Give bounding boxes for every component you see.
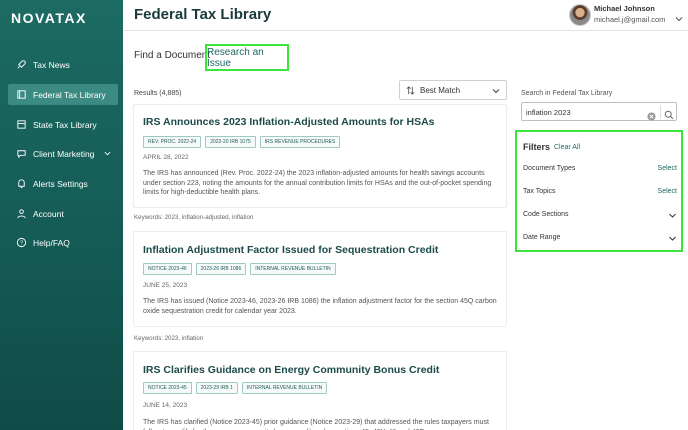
chevron-down-icon[interactable] [104,150,111,157]
result-card[interactable]: IRS Clarifies Guidance on Energy Communi… [133,351,507,430]
sidebar-item-label: Tax News [33,59,70,70]
chevron-down-icon[interactable] [668,211,677,220]
result-tag[interactable]: 2023-29 IRB 1 [195,382,238,394]
result-summary: The IRS has clarified (Notice 2023-45) p… [143,419,489,430]
filter-label: Document Types [523,165,576,172]
result-tags: REV. PROC. 2022-24 2022-20 IRB 1075 IRS … [143,136,341,148]
filter-label: Date Range [523,234,561,241]
clear-search-icon[interactable] [647,108,656,121]
result-tag[interactable]: NOTICE 2023-46 [143,263,192,275]
sidebar-item-label: Federal Tax Library [33,89,106,100]
rocket-icon [16,59,27,70]
tab-research-an-issue[interactable]: Research an Issue [205,44,289,71]
result-date: APRIL 28, 2022 [143,154,189,161]
chevron-down-icon[interactable] [668,234,677,243]
sidebar-item-label: Account [33,208,64,219]
chat-icon [16,148,27,159]
result-title[interactable]: IRS Announces 2023 Inflation-Adjusted Am… [143,116,435,128]
help-icon: ? [16,237,27,248]
user-icon [16,208,27,219]
sort-dropdown[interactable]: Best Match [399,80,507,100]
sidebar-item-state-tax-library[interactable]: State Tax Library [8,114,118,135]
filter-select-link[interactable]: Select [658,188,677,195]
result-date: JUNE 14, 2023 [143,402,188,409]
avatar[interactable] [569,4,591,26]
result-tag[interactable]: 2022-20 IRB 1075 [205,136,256,148]
result-tag[interactable]: IRS REVENUE PROCEDURES [259,136,341,148]
result-tags: NOTICE 2023-45 2023-29 IRB 1 INTERNAL RE… [143,382,328,394]
sidebar-item-label: Alerts Settings [33,178,88,189]
sidebar-item-help-faq[interactable]: ? Help/FAQ [8,232,118,253]
search-icon[interactable] [664,107,674,120]
filter-label: Tax Topics [523,188,556,195]
result-tag[interactable]: 2023-26 IRB 1086 [195,263,247,275]
filter-select-link[interactable]: Select [658,165,677,172]
logo[interactable]: NOVATAX [11,10,87,26]
sidebar-item-label: Client Marketing [33,148,95,159]
result-keywords: Keywords: 2023, inflation [134,335,204,342]
user-email: michael.j@gmail.com [594,15,666,24]
sidebar: NOVATAX Tax News Federal Tax Library Sta… [0,0,123,430]
sidebar-item-federal-tax-library[interactable]: Federal Tax Library [8,84,118,105]
bell-icon [16,178,27,189]
sidebar-item-label: Help/FAQ [33,237,70,248]
search-input[interactable] [526,106,641,118]
header: Federal Tax Library Michael Johnson mich… [123,0,688,31]
result-keywords: Keywords: 2023, inflation-adjusted, infl… [134,214,254,221]
chevron-down-icon[interactable] [675,10,683,22]
user-name: Michael Johnson [594,4,655,13]
result-card[interactable]: Inflation Adjustment Factor Issued for S… [133,231,507,327]
sidebar-item-alerts-settings[interactable]: Alerts Settings [8,173,118,194]
result-tag[interactable]: REV. PROC. 2022-24 [143,136,202,148]
sidebar-item-client-marketing[interactable]: Client Marketing [8,143,118,164]
tab-find-a-document[interactable]: Find a Document [134,50,210,61]
sidebar-item-tax-news[interactable]: Tax News [8,54,118,75]
result-tags: NOTICE 2023-46 2023-26 IRB 1086 INTERNAL… [143,263,336,275]
page-title: Federal Tax Library [134,6,272,23]
result-title[interactable]: Inflation Adjustment Factor Issued for S… [143,244,438,256]
result-date: JUNE 25, 2023 [143,282,188,289]
svg-text:?: ? [20,241,23,247]
filter-label: Code Sections [523,211,569,218]
clear-all-link[interactable]: Clear All [554,144,580,151]
sidebar-item-account[interactable]: Account [8,203,118,224]
results-count: Results (4,885) [134,90,182,97]
sort-value: Best Match [420,85,461,95]
book-icon [16,89,27,100]
search-box [521,102,677,121]
result-tag[interactable]: NOTICE 2023-45 [143,382,192,394]
search-label: Search in Federal Tax Library [521,90,613,97]
result-summary: The IRS has issued (Notice 2023-46, 2023… [143,298,497,315]
sidebar-item-label: State Tax Library [33,119,97,130]
filters-panel: Filters Clear All Document Types Select … [515,130,683,252]
result-summary: The IRS has announced (Rev. Proc. 2022-2… [143,170,492,196]
filters-title: Filters [523,142,551,152]
result-tag[interactable]: INTERNAL REVENUE BULLETIN [250,263,336,275]
sort-icon [406,85,415,95]
search-divider [660,105,661,119]
result-title[interactable]: IRS Clarifies Guidance on Energy Communi… [143,364,439,376]
result-card[interactable]: IRS Announces 2023 Inflation-Adjusted Am… [133,104,507,208]
result-tag[interactable]: INTERNAL REVENUE BULLETIN [241,382,328,394]
library-icon [16,119,27,130]
chevron-down-icon [492,87,500,95]
